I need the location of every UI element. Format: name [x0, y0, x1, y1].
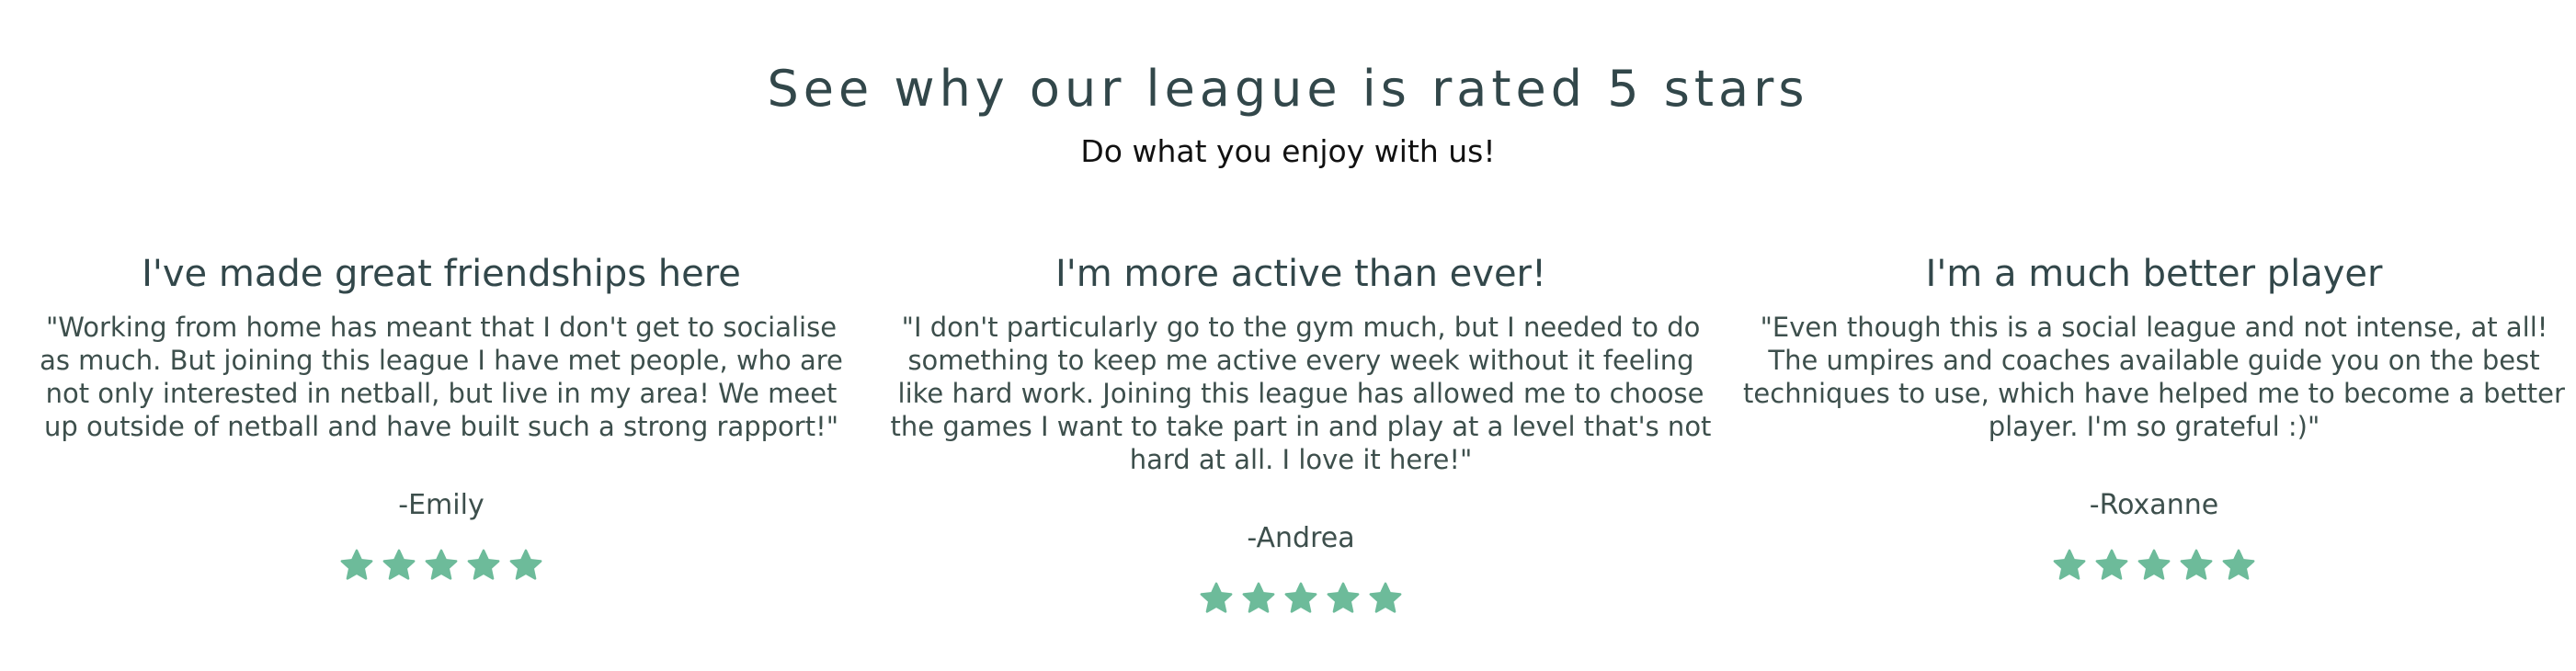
star-icon: [1199, 581, 1234, 616]
star-icon: [424, 548, 459, 583]
star-rating: [1740, 548, 2568, 583]
star-icon: [1241, 581, 1276, 616]
star-rating: [28, 548, 855, 583]
star-icon: [2137, 548, 2171, 583]
review-text: "I don't particularly go to the gym much…: [890, 312, 1712, 475]
star-icon: [2221, 548, 2256, 583]
review-text: "Even though this is a social league and…: [1743, 312, 2565, 442]
star-icon: [466, 548, 501, 583]
review-title: I've made great friendships here: [142, 253, 741, 295]
review-card-emily: I've made great friendships here "Workin…: [28, 246, 855, 583]
review-author: -Andrea: [1247, 522, 1355, 554]
star-icon: [382, 548, 416, 583]
review-author: -Roxanne: [2089, 489, 2219, 521]
star-icon: [339, 548, 374, 583]
section-subheading: Do what you enjoy with us!: [1080, 133, 1496, 169]
review-card-roxanne: I'm a much better player "Even though th…: [1740, 246, 2568, 583]
review-author: -Emily: [398, 489, 484, 521]
star-icon: [1283, 581, 1318, 616]
star-icon: [1368, 581, 1403, 616]
star-icon: [1326, 581, 1361, 616]
star-rating: [887, 581, 1715, 616]
star-icon: [2094, 548, 2129, 583]
section-heading: See why our league is rated 5 stars: [767, 60, 1809, 118]
testimonials-section: See why our league is rated 5 stars Do w…: [0, 0, 2576, 671]
review-title: I'm a much better player: [1925, 253, 2383, 295]
star-icon: [2052, 548, 2087, 583]
star-icon: [2179, 548, 2214, 583]
review-card-andrea: I'm more active than ever! "I don't part…: [887, 246, 1715, 616]
review-title: I'm more active than ever!: [1054, 253, 1547, 295]
star-icon: [508, 548, 543, 583]
review-text: "Working from home has meant that I don'…: [40, 312, 843, 442]
